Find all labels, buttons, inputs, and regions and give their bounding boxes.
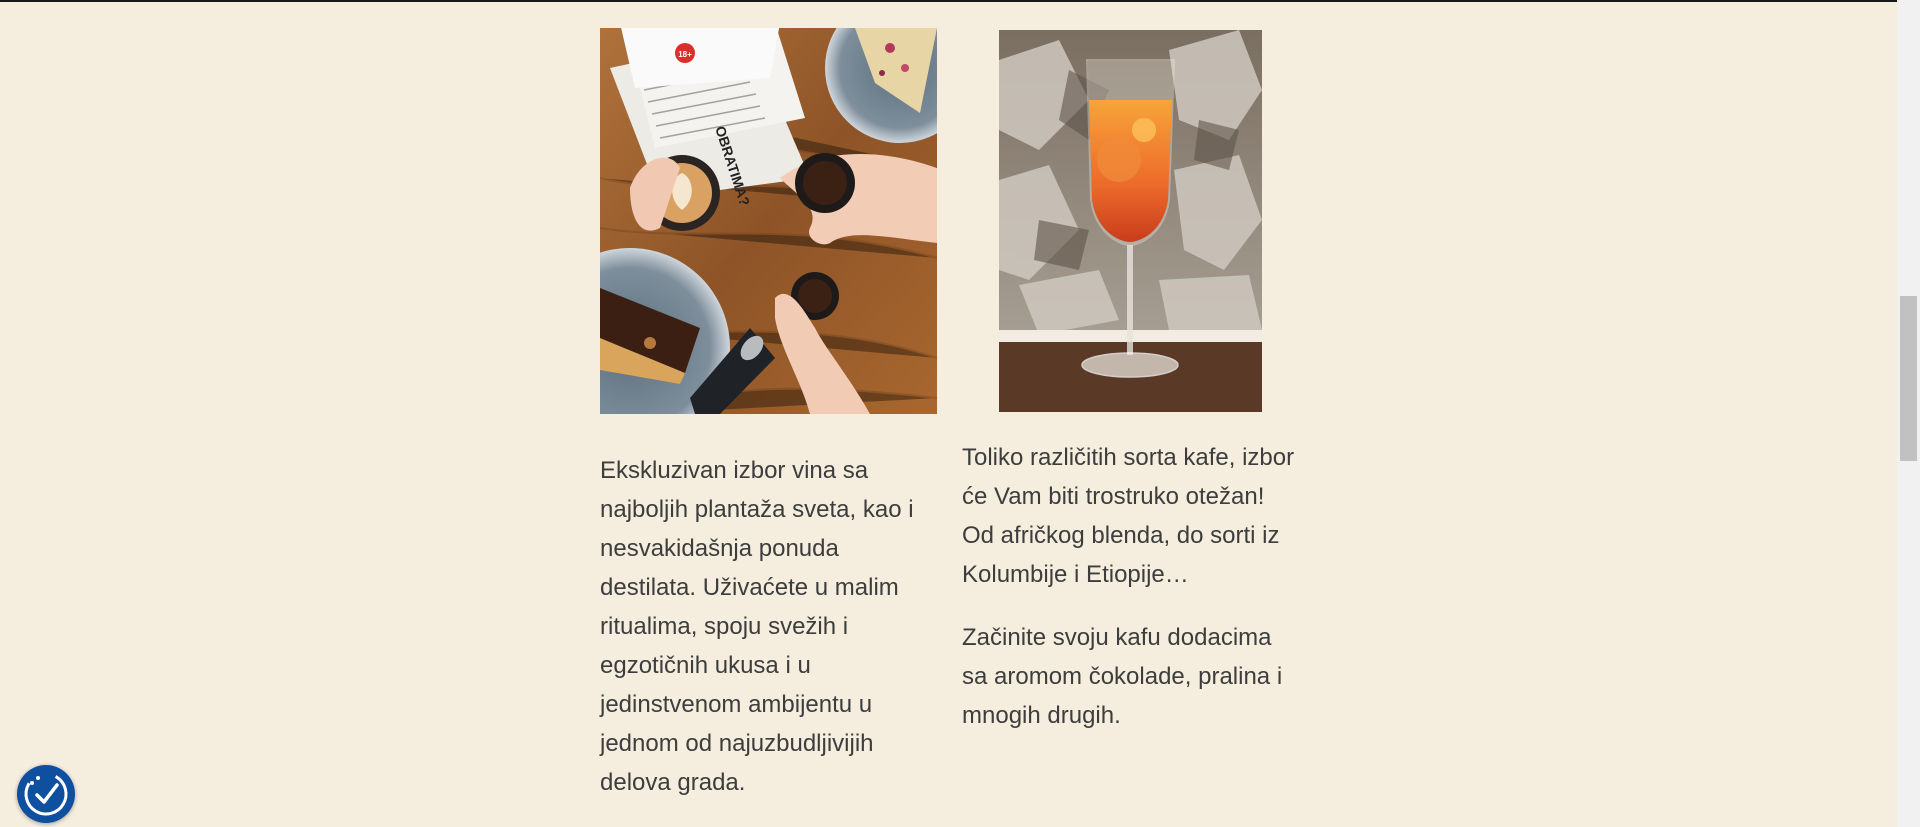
coffee-flavors-text: Začinite svoju kafu dodacima sa aromom č… — [962, 624, 1283, 729]
top-divider — [0, 0, 1897, 2]
page-scrollbar-thumb[interactable] — [1900, 296, 1917, 461]
coffee-varieties-text: Toliko različitih sorta kafe, izbor će V… — [962, 444, 1295, 588]
newspaper-badge: 18+ — [678, 50, 692, 59]
accessibility-checkmark-icon — [24, 772, 68, 816]
wine-description-text: Ekskluzivan izbor vina sa najboljih plan… — [600, 457, 914, 796]
cocktail-photo — [999, 30, 1262, 412]
accessibility-button[interactable] — [17, 765, 75, 823]
coffee-description: Toliko različitih sorta kafe, izbor će V… — [962, 438, 1302, 735]
wine-description: Ekskluzivan izbor vina sa najboljih plan… — [600, 451, 940, 802]
coffee-table-photo: OBRATIMA? 18+ — [600, 28, 937, 414]
